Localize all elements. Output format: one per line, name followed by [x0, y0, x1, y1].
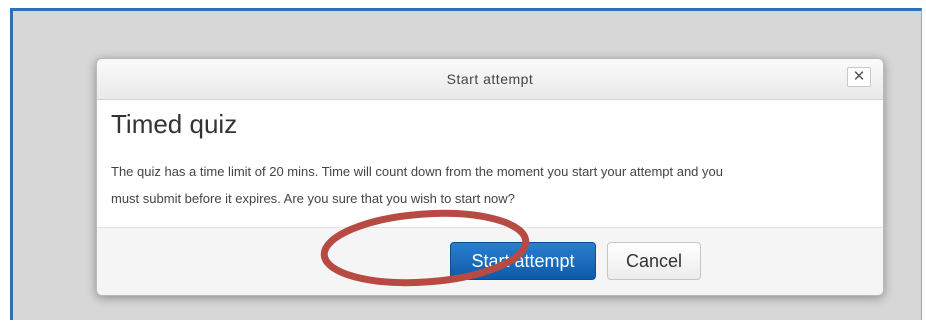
start-attempt-button[interactable]: Start attempt	[450, 242, 596, 280]
dialog-message-line-2: must submit before it expires. Are you s…	[111, 191, 515, 206]
cancel-button[interactable]: Cancel	[607, 242, 701, 280]
close-icon: ✕	[852, 68, 866, 85]
dialog-footer: Start attempt Cancel	[97, 227, 883, 295]
dialog-message-line-1: The quiz has a time limit of 20 mins. Ti…	[111, 164, 723, 179]
dialog-message: The quiz has a time limit of 20 mins. Ti…	[111, 158, 871, 212]
dialog-body: Timed quiz The quiz has a time limit of …	[111, 109, 871, 212]
close-button[interactable]: ✕	[847, 67, 871, 87]
dialog-heading: Timed quiz	[111, 109, 238, 139]
dialog-title: Start attempt	[446, 71, 534, 87]
dialog-header: Start attempt ✕	[97, 59, 883, 100]
start-attempt-dialog: Start attempt ✕ Timed quiz The quiz has …	[96, 58, 884, 296]
